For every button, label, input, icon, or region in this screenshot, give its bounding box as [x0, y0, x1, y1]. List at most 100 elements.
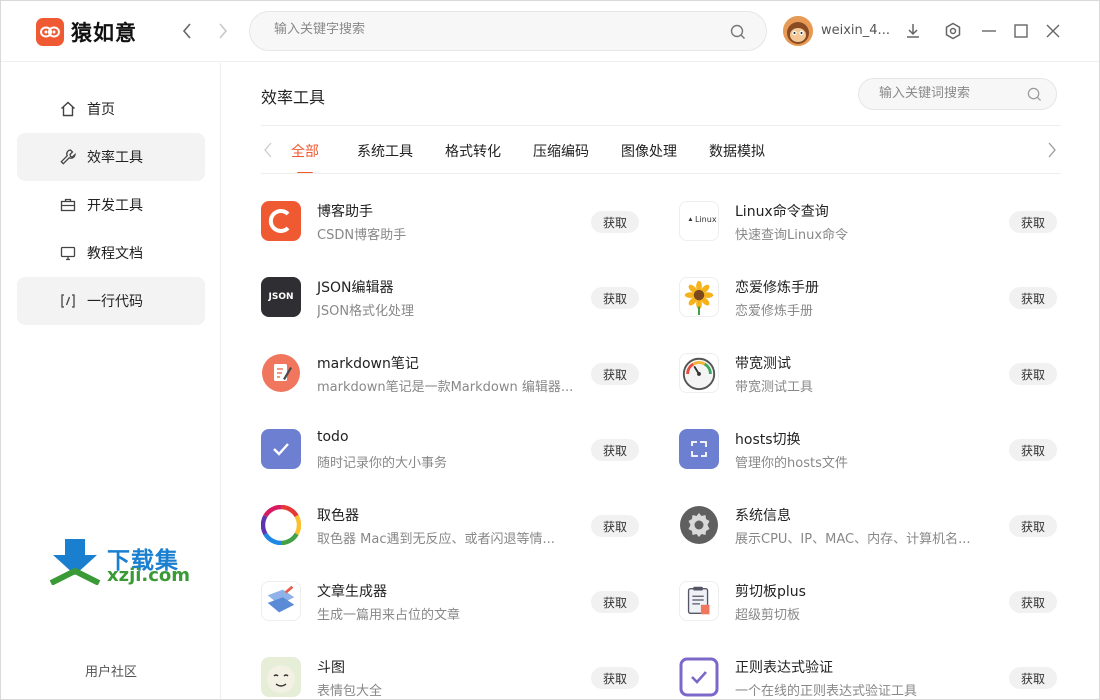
blog-assistant-icon	[261, 201, 301, 241]
page-title: 效率工具	[261, 88, 326, 107]
divider	[261, 173, 1061, 174]
category-tabs: 全部 系统工具 格式转化 压缩编码 图像处理 数据模拟	[261, 136, 1061, 174]
tool-item-blog-assistant[interactable]: 博客助手 CSDN博客助手 获取	[261, 201, 661, 257]
get-button[interactable]: 获取	[591, 287, 639, 309]
tool-item-todo[interactable]: todo 随时记录你的大小事务 获取	[261, 429, 661, 485]
tool-item-bandwidth-test[interactable]: 带宽测试 带宽测试工具 获取	[679, 353, 1079, 409]
clipboard-icon	[679, 581, 719, 621]
get-button[interactable]: 获取	[1009, 287, 1057, 309]
tabs-prev-icon[interactable]	[261, 142, 275, 158]
markdown-notes-icon	[261, 353, 301, 393]
sidebar: 首页 效率工具 开发工具 教程文档 一行代码 下载集 xzji.com 用户社区	[1, 63, 221, 699]
tool-name: 带宽测试	[735, 356, 791, 372]
tool-desc: 随时记录你的大小事务	[317, 456, 448, 471]
tool-name: 博客助手	[317, 204, 373, 220]
tool-item-article-generator[interactable]: 文章生成器 生成一篇用来占位的文章 获取	[261, 581, 661, 637]
sidebar-item-home[interactable]: 首页	[17, 85, 205, 133]
get-button[interactable]: 获取	[1009, 439, 1057, 461]
tool-desc: JSON格式化处理	[317, 304, 415, 319]
get-button[interactable]: 获取	[1009, 591, 1057, 613]
wrench-icon	[60, 149, 76, 165]
tool-item-hosts-switch[interactable]: hosts切换 管理你的hosts文件 获取	[679, 429, 1079, 485]
tool-search-input[interactable]	[879, 86, 1019, 101]
sidebar-item-label: 首页	[87, 102, 115, 118]
tool-name: 取色器	[317, 508, 359, 524]
tool-item-meme[interactable]: 斗图 表情包大全 获取	[261, 657, 661, 700]
sidebar-item-label: 一行代码	[87, 294, 143, 310]
tab-data-mock[interactable]: 数据模拟	[709, 141, 765, 174]
download-icon[interactable]	[901, 19, 925, 43]
tool-item-color-picker[interactable]: 取色器 取色器 Mac遇到无反应、或者闪退等情... 获取	[261, 505, 661, 561]
global-search	[249, 11, 767, 51]
sidebar-item-efficiency-tools[interactable]: 效率工具	[17, 133, 205, 181]
app-title: 猿如意	[71, 21, 137, 45]
get-button[interactable]: 获取	[1009, 363, 1057, 385]
main-panel: 效率工具 全部 系统工具 格式转化 压缩编码 图像处理 数据模拟 博客助手 CS…	[222, 63, 1099, 699]
code-icon	[61, 294, 75, 308]
get-button[interactable]: 获取	[591, 667, 639, 689]
tool-name: 恋爱修炼手册	[735, 280, 819, 296]
settings-icon[interactable]	[941, 19, 965, 43]
sidebar-item-tutorials[interactable]: 教程文档	[17, 229, 205, 277]
tool-name: 系统信息	[735, 508, 791, 524]
global-search-input[interactable]	[274, 22, 704, 37]
article-icon	[261, 581, 301, 621]
title-bar: 猿如意 weixin_4...	[1, 1, 1099, 62]
tool-item-love-handbook[interactable]: 恋爱修炼手册 恋爱修炼手册 获取	[679, 277, 1079, 333]
minimize-icon[interactable]	[977, 19, 1001, 43]
tool-item-system-info[interactable]: 系统信息 展示CPU、IP、MAC、内存、计算机名... 获取	[679, 505, 1079, 561]
linux-icon: Linux	[679, 201, 719, 241]
tool-name: hosts切换	[735, 432, 801, 448]
tool-name: todo	[317, 429, 349, 445]
tool-name: JSON编辑器	[317, 280, 394, 296]
get-button[interactable]: 获取	[591, 591, 639, 613]
get-button[interactable]: 获取	[1009, 667, 1057, 689]
get-button[interactable]: 获取	[591, 515, 639, 537]
avatar[interactable]	[783, 16, 813, 46]
sidebar-item-one-line-code[interactable]: 一行代码	[17, 277, 205, 325]
tool-desc: 一个在线的正则表达式验证工具	[735, 684, 918, 699]
tab-format-conversion[interactable]: 格式转化	[445, 141, 501, 174]
tab-system-tools[interactable]: 系统工具	[357, 141, 413, 174]
search-icon[interactable]	[730, 24, 746, 40]
check-square-icon	[679, 657, 719, 697]
get-button[interactable]: 获取	[591, 439, 639, 461]
get-button[interactable]: 获取	[1009, 211, 1057, 233]
get-button[interactable]: 获取	[1009, 515, 1057, 537]
close-icon[interactable]	[1041, 19, 1065, 43]
get-button[interactable]: 获取	[591, 363, 639, 385]
back-arrow-icon[interactable]	[176, 20, 198, 42]
username[interactable]: weixin_4...	[821, 23, 890, 38]
forward-arrow-icon[interactable]	[212, 20, 234, 42]
community-link[interactable]: 用户社区	[1, 661, 221, 680]
search-icon[interactable]	[1027, 87, 1042, 102]
get-button[interactable]: 获取	[591, 211, 639, 233]
tool-item-json-editor[interactable]: JSON JSON编辑器 JSON格式化处理 获取	[261, 277, 661, 333]
tool-name: 斗图	[317, 660, 345, 676]
gear-icon	[679, 505, 719, 545]
tool-item-linux-commands[interactable]: Linux Linux命令查询 快速查询Linux命令 获取	[679, 201, 1079, 257]
tool-name: Linux命令查询	[735, 204, 829, 220]
tool-item-regex-validator[interactable]: 正则表达式验证 一个在线的正则表达式验证工具 获取	[679, 657, 1079, 700]
tool-search	[858, 78, 1057, 110]
tab-compression-encoding[interactable]: 压缩编码	[533, 141, 589, 174]
download-arrow-icon	[49, 539, 101, 585]
meme-face-icon	[261, 657, 301, 697]
tool-desc: 超级剪切板	[735, 608, 801, 623]
tool-desc: 快速查询Linux命令	[735, 228, 849, 243]
tool-name: 文章生成器	[317, 584, 387, 600]
sidebar-item-dev-tools[interactable]: 开发工具	[17, 181, 205, 229]
tabs-next-icon[interactable]	[1045, 142, 1059, 158]
tool-desc: CSDN博客助手	[317, 228, 407, 243]
checkbox-icon	[261, 429, 301, 469]
tab-image-processing[interactable]: 图像处理	[621, 141, 677, 174]
tool-desc: 展示CPU、IP、MAC、内存、计算机名...	[735, 532, 971, 547]
tool-item-clipboard-plus[interactable]: 剪切板plus 超级剪切板 获取	[679, 581, 1079, 637]
tool-desc: 取色器 Mac遇到无反应、或者闪退等情...	[317, 532, 555, 547]
tool-item-markdown-notes[interactable]: markdown笔记 markdown笔记是一款Markdown 编辑器... …	[261, 353, 661, 409]
tool-desc: 生成一篇用来占位的文章	[317, 608, 461, 623]
maximize-icon[interactable]	[1009, 19, 1033, 43]
tool-desc: markdown笔记是一款Markdown 编辑器...	[317, 380, 574, 395]
sunflower-icon	[679, 277, 719, 317]
tab-all[interactable]: 全部	[291, 141, 319, 174]
